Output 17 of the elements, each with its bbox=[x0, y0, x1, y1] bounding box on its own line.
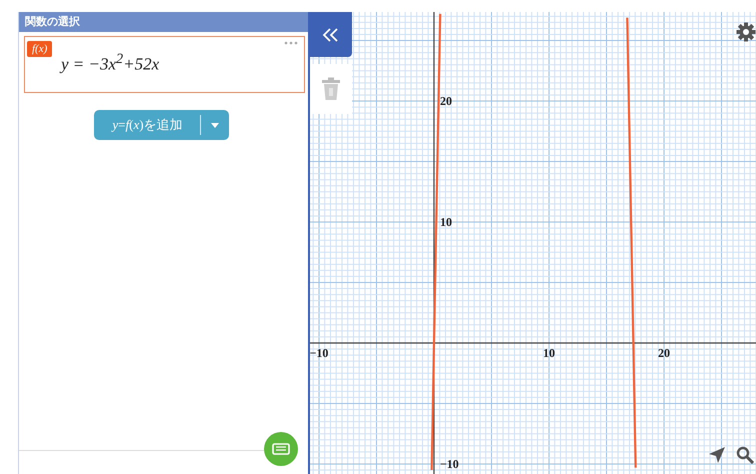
x-tick-label: −10 bbox=[310, 346, 328, 360]
expression-card[interactable]: f(x) y = −3x$^{2}$+52x bbox=[24, 36, 305, 93]
navigation-arrow-icon[interactable] bbox=[708, 446, 726, 464]
add-function-label: y=f(x)を追加 bbox=[112, 116, 183, 134]
x-tick-label: 20 bbox=[658, 346, 670, 360]
y-tick-label: 20 bbox=[440, 94, 452, 108]
function-badge: f(x) bbox=[27, 41, 52, 57]
formula-text: y = −3x$^{2}$+52x bbox=[61, 51, 160, 75]
collapse-button[interactable] bbox=[310, 12, 352, 57]
x-tick-label: 10 bbox=[542, 346, 555, 360]
settings-icon[interactable] bbox=[736, 22, 756, 42]
caret-icon bbox=[210, 122, 219, 128]
search-icon[interactable] bbox=[736, 446, 754, 464]
y-tick-label: −10 bbox=[440, 456, 459, 471]
graph-area[interactable]: −10 10 20 −10 10 20 bbox=[310, 12, 756, 474]
y-tick-label: 10 bbox=[440, 215, 452, 229]
panel-title: 関数の選択 bbox=[19, 12, 308, 32]
